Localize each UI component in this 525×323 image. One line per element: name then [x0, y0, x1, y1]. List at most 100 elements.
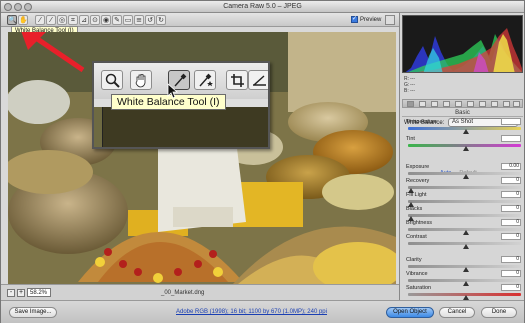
- slider-thumb[interactable]: [463, 174, 469, 179]
- cancel-button[interactable]: Cancel: [439, 307, 475, 318]
- slider-label-fill-light: Fill Light: [406, 192, 427, 198]
- slider-value-contrast[interactable]: 0: [501, 233, 521, 240]
- slider-thumb[interactable]: [463, 244, 469, 249]
- slider-value-clarity[interactable]: 0: [501, 256, 521, 263]
- histogram: [402, 15, 523, 73]
- slider-label-vibrance: Vibrance: [406, 271, 428, 277]
- preview-label: Preview: [360, 17, 382, 24]
- zoom-out-button[interactable]: -: [7, 289, 15, 297]
- slider-thumb[interactable]: [463, 230, 469, 235]
- workflow-options-link[interactable]: Adobe RGB (1998); 16 bit; 1100 by 670 (1…: [176, 309, 327, 315]
- panel-menu-icon[interactable]: [513, 101, 520, 107]
- tab-hsl[interactable]: [443, 101, 450, 107]
- slider-label-saturation: Saturation: [406, 285, 432, 291]
- red-eye-tool-button[interactable]: ◉: [101, 15, 111, 25]
- slider-value-tint[interactable]: [501, 135, 521, 142]
- basic-panel-header: Basic: [402, 109, 523, 117]
- slider-thumb[interactable]: [463, 146, 469, 151]
- spot-removal-tool-button[interactable]: ⊙: [90, 15, 100, 25]
- title-bar: Camera Raw 5.0 – JPEG: [1, 1, 524, 13]
- zoom-in-button[interactable]: +: [17, 289, 25, 297]
- slider-track-blacks[interactable]: [408, 214, 521, 217]
- straighten-tool-button[interactable]: ⊿: [79, 15, 89, 25]
- slider-track-fill-light[interactable]: [408, 200, 521, 203]
- slider-value-vibrance[interactable]: 0: [501, 270, 521, 277]
- tab-detail[interactable]: [431, 101, 438, 107]
- zoom-icon: 🔍: [8, 16, 17, 24]
- camera-raw-window: Camera Raw 5.0 – JPEG 🔍 ✋ ⁄ ⁄ ◎ ⌗ ⊿ ⊙ ◉ ✎ ▭ ≡ ↺ ↻ ✓ Pr…: [0, 0, 525, 323]
- rgb-channel-value: ---: [410, 88, 415, 94]
- zoom-tool-button[interactable]: 🔍: [7, 15, 17, 25]
- spot-removal-icon: ⊙: [92, 16, 98, 24]
- zoom-tool-button[interactable]: [101, 70, 123, 90]
- crop-icon: ⌗: [71, 16, 75, 24]
- crop-tool-button[interactable]: ⌗: [68, 15, 78, 25]
- slider-thumb[interactable]: [463, 267, 469, 272]
- slider-label-blacks: Blacks: [406, 206, 423, 212]
- bottom-bar: Save Image... Adobe RGB (1998); 16 bit; …: [1, 300, 524, 323]
- white-balance-value: As Shot: [452, 119, 474, 125]
- open-object-button[interactable]: Open Object: [386, 307, 434, 318]
- white-balance-icon: ⁄: [39, 16, 41, 24]
- save-image-button[interactable]: Save Image...: [9, 307, 57, 318]
- slider-label-tint: Tint: [406, 136, 415, 142]
- tab-lens[interactable]: [467, 101, 474, 107]
- slider-label-contrast: Contrast: [406, 234, 427, 240]
- slider-track-recovery[interactable]: [408, 186, 521, 189]
- straighten-icon: ⊿: [81, 16, 87, 24]
- rotate-right-tool-button[interactable]: ↻: [156, 15, 166, 25]
- right-panel: R: --- G: --- B: --- Basic White Balance: As …: [399, 13, 524, 300]
- white-balance-tool-button[interactable]: ⁄: [35, 15, 45, 25]
- adjustment-brush-icon: ✎: [114, 16, 120, 24]
- tab-camera-calibration[interactable]: [479, 101, 486, 107]
- target-adjust-tool-button[interactable]: ◎: [57, 15, 67, 25]
- tab-split-toning[interactable]: [455, 101, 462, 107]
- slider-label-clarity: Clarity: [406, 257, 422, 263]
- tab-tone-curve[interactable]: [419, 101, 426, 107]
- slider-value-exposure[interactable]: 0.00: [501, 163, 521, 170]
- graduated-filter-tool-button[interactable]: ▭: [123, 15, 133, 25]
- zoom-icon: [105, 73, 120, 88]
- slider-thumb[interactable]: [463, 129, 469, 134]
- hand-tool-button[interactable]: [130, 70, 152, 90]
- rotate-left-tool-button[interactable]: ↺: [145, 15, 155, 25]
- file-name: _00_Market.dng: [161, 290, 205, 296]
- toolbar: 🔍 ✋ ⁄ ⁄ ◎ ⌗ ⊿ ⊙ ◉ ✎ ▭ ≡ ↺ ↻ ✓ Preview: [1, 13, 399, 27]
- done-button[interactable]: Done: [481, 307, 517, 318]
- color-sampler-icon: ⁄: [50, 16, 52, 24]
- hand-tool-button[interactable]: ✋: [18, 15, 28, 25]
- pointer-cursor-icon: [167, 83, 179, 99]
- tab-snapshots[interactable]: [503, 101, 510, 107]
- rgb-channel-label: B:: [404, 88, 409, 94]
- red-eye-icon: ◉: [102, 16, 110, 24]
- slider-value-saturation[interactable]: 0: [501, 284, 521, 291]
- preview-checkbox[interactable]: ✓ Preview: [351, 16, 381, 23]
- slider-label-recovery: Recovery: [406, 178, 430, 184]
- color-sampler-tool-button[interactable]: ⁄: [46, 15, 56, 25]
- slider-thumb[interactable]: [463, 281, 469, 286]
- slider-value-temperature[interactable]: [501, 118, 521, 125]
- histogram-graph: [405, 28, 522, 72]
- tab-basic[interactable]: [407, 101, 414, 107]
- slider-value-fill-light[interactable]: 0: [501, 191, 521, 198]
- rotate-left-icon: ↺: [147, 16, 153, 24]
- straighten-icon: [253, 75, 266, 86]
- hand-icon: ✋: [19, 16, 28, 24]
- fullscreen-button[interactable]: [385, 15, 395, 25]
- slider-value-blacks[interactable]: 0: [501, 205, 521, 212]
- tab-presets[interactable]: [491, 101, 498, 107]
- color-sampler-icon: [199, 73, 213, 87]
- crop-tool-button[interactable]: [226, 70, 248, 90]
- color-sampler-tool-button[interactable]: [194, 70, 216, 90]
- callout-photo: [94, 107, 268, 147]
- zoom-level-select[interactable]: 58.2%: [27, 288, 51, 297]
- slider-value-recovery[interactable]: 0: [501, 177, 521, 184]
- preferences-tool-button[interactable]: ≡: [134, 15, 144, 25]
- slider-label-brightness: Brightness: [406, 220, 432, 226]
- straighten-tool-button[interactable]: [248, 70, 268, 90]
- rgb-readout-row: B: ---: [404, 88, 524, 94]
- adjustment-brush-tool-button[interactable]: ✎: [112, 15, 122, 25]
- slider-value-brightness[interactable]: 0: [501, 219, 521, 226]
- window-title: Camera Raw 5.0 – JPEG: [223, 3, 302, 10]
- slider-label-temperature: Temperature: [406, 119, 437, 125]
